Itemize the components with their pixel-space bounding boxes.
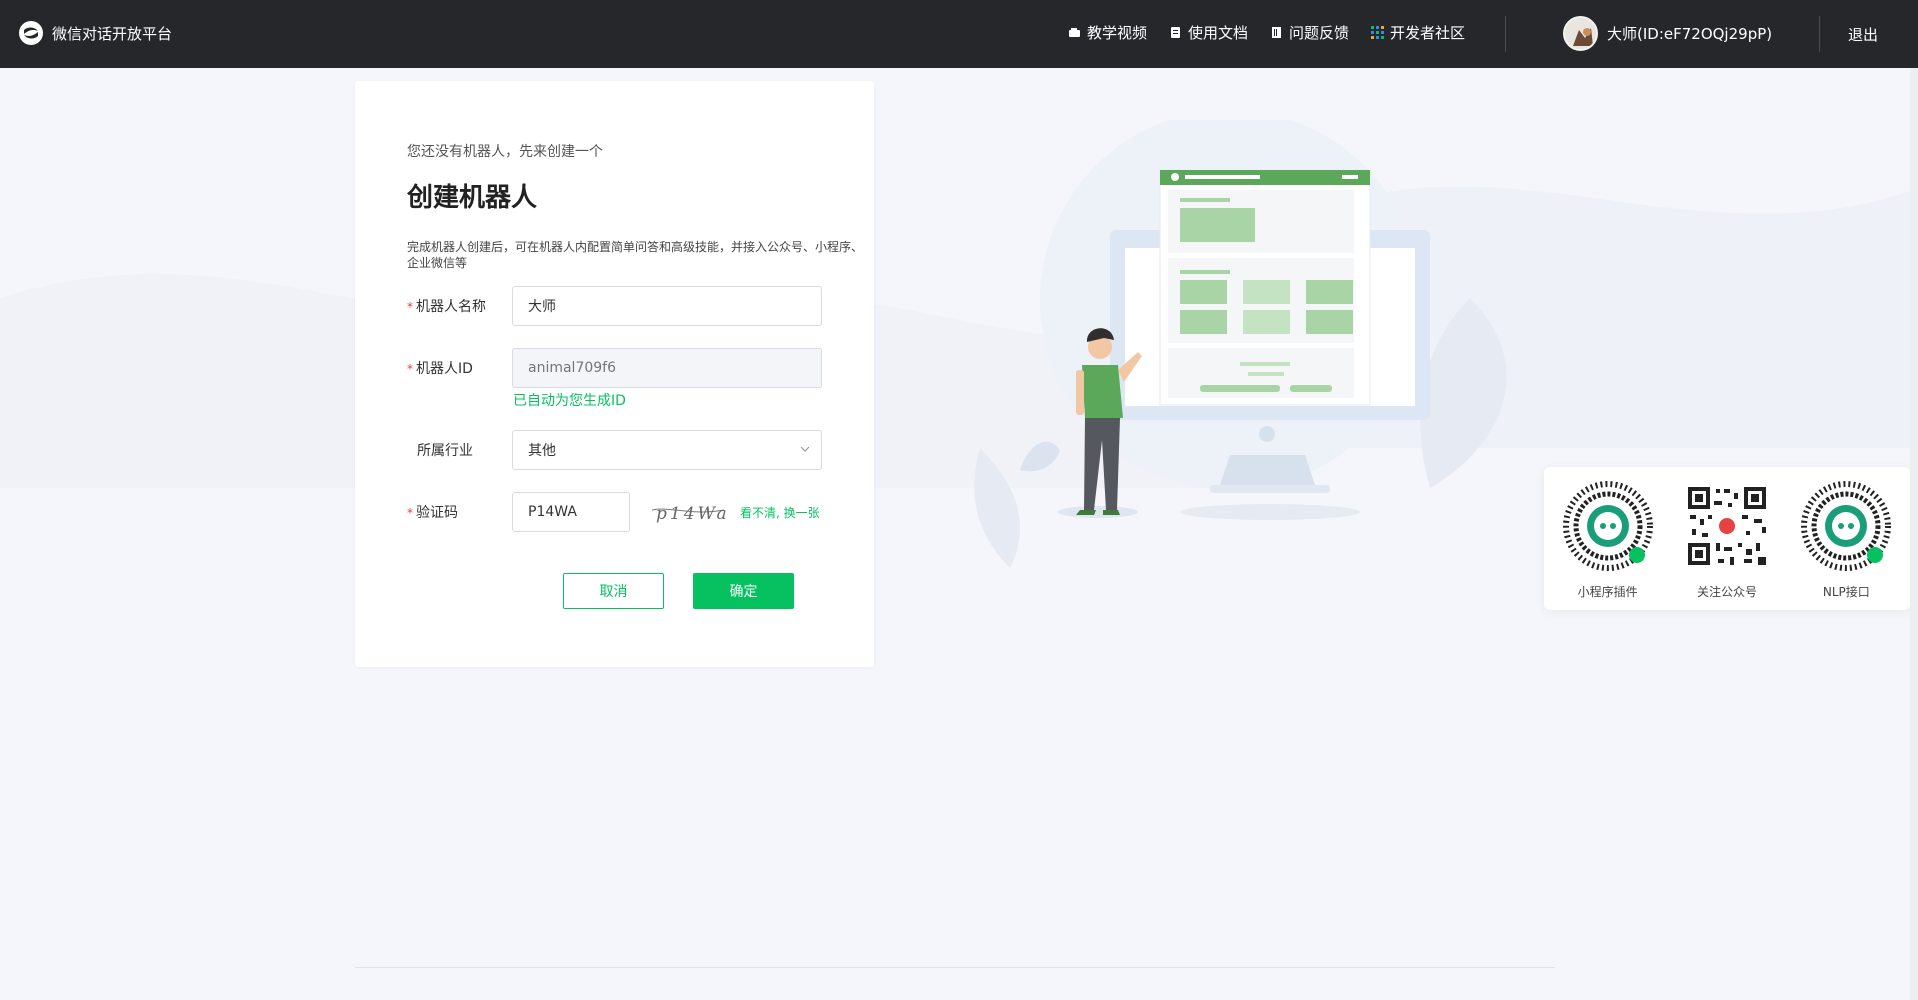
- industry-select-value: 其他: [512, 430, 822, 470]
- nav-docs[interactable]: 使用文档: [1169, 22, 1248, 43]
- avatar-image-icon: [1573, 28, 1593, 46]
- page-title: 创建机器人: [407, 183, 538, 213]
- user-name: 大师(ID:eF72OQj29pP): [1607, 25, 1773, 43]
- captcha-image-text: p14Wa: [656, 504, 726, 524]
- nav-label: 使用文档: [1188, 24, 1249, 42]
- top-navigation-bar: 微信对话开放平台 教学视频 使用文档 问题反馈 开发者社区 大师(ID:eF72…: [0, 0, 1918, 68]
- bot-name-label-text: 机器人名称: [416, 299, 486, 315]
- qr-nlp-api[interactable]: NLP接口: [1791, 481, 1901, 610]
- captcha-label-text: 验证码: [416, 505, 458, 521]
- logout-button[interactable]: 退出: [1848, 24, 1878, 45]
- qr-code-panel: 小程序插件 关注公众号 NLP接口: [1544, 467, 1910, 610]
- illustration-person-monitor: [1020, 120, 1430, 520]
- nav-feedback[interactable]: 问题反馈: [1270, 22, 1349, 43]
- top-nav: 教学视频 使用文档 问题反馈 开发者社区: [1068, 22, 1465, 43]
- footer-divider: [355, 967, 1555, 968]
- bot-name-label: * 机器人名称: [407, 296, 512, 316]
- avatar: [1563, 16, 1598, 51]
- card-subtitle: 您还没有机器人，先来创建一个: [407, 144, 603, 160]
- cancel-button[interactable]: 取消: [563, 573, 664, 609]
- required-mark: *: [407, 300, 413, 314]
- nav-teaching-video[interactable]: 教学视频: [1068, 22, 1147, 43]
- industry-label-text: 所属行业: [417, 443, 473, 459]
- document-icon: [1171, 27, 1181, 38]
- mini-program-code-icon: [1562, 481, 1653, 571]
- captcha-image[interactable]: p14Wa: [650, 498, 726, 526]
- qr-label: 关注公众号: [1696, 585, 1757, 599]
- divider: [1819, 16, 1820, 52]
- bot-id-input: [512, 348, 822, 388]
- required-mark: *: [407, 362, 413, 376]
- captcha-row: *验证码 p14Wa 看不清, 换一张: [407, 492, 820, 532]
- confirm-button[interactable]: 确定: [693, 573, 794, 609]
- industry-row: 所属行业 其他: [407, 430, 822, 470]
- bot-name-row: * 机器人名称: [407, 286, 822, 326]
- qr-label: 小程序插件: [1577, 585, 1638, 599]
- qr-code-icon: [1685, 485, 1768, 567]
- create-bot-card: 您还没有机器人，先来创建一个 创建机器人 完成机器人创建后，可在机器人内配置简单…: [355, 81, 874, 667]
- bot-name-input[interactable]: [512, 286, 822, 326]
- vertical-scrollbar[interactable]: [1910, 68, 1918, 1000]
- nav-developer-community[interactable]: 开发者社区: [1371, 22, 1465, 43]
- video-icon: [1069, 28, 1080, 37]
- qr-official-account[interactable]: 关注公众号: [1672, 481, 1782, 610]
- nav-label: 开发者社区: [1390, 24, 1466, 42]
- feedback-icon: [1272, 27, 1282, 38]
- mini-program-code-icon: [1801, 481, 1892, 571]
- required-mark: *: [407, 506, 413, 520]
- industry-label: 所属行业: [407, 440, 512, 460]
- nav-label: 教学视频: [1087, 24, 1148, 42]
- captcha-input[interactable]: [512, 492, 630, 532]
- card-description: 完成机器人创建后，可在机器人内配置简单问答和高级技能，并接入公众号、小程序、企业…: [407, 240, 864, 270]
- nav-label: 问题反馈: [1289, 24, 1350, 42]
- app-title: 微信对话开放平台: [52, 24, 173, 43]
- qr-miniprogram-plugin[interactable]: 小程序插件: [1553, 481, 1663, 610]
- bot-id-label-text: 机器人ID: [416, 361, 473, 377]
- divider: [1505, 16, 1506, 52]
- bot-id-row: * 机器人ID: [407, 348, 822, 388]
- chevron-down-icon: [800, 446, 810, 452]
- bot-id-hint: 已自动为您生成ID: [513, 393, 626, 409]
- captcha-refresh-link[interactable]: 看不清, 换一张: [740, 504, 820, 521]
- platform-logo-icon: [19, 21, 43, 45]
- industry-select[interactable]: 其他: [512, 430, 822, 470]
- captcha-label: * 验证码: [407, 502, 512, 522]
- bot-id-label: * 机器人ID: [407, 358, 512, 378]
- community-grid-icon: [1371, 26, 1385, 39]
- qr-label: NLP接口: [1822, 585, 1870, 599]
- user-info[interactable]: 大师(ID:eF72OQj29pP): [1563, 16, 1772, 51]
- platform-logo[interactable]: 微信对话开放平台: [18, 20, 172, 46]
